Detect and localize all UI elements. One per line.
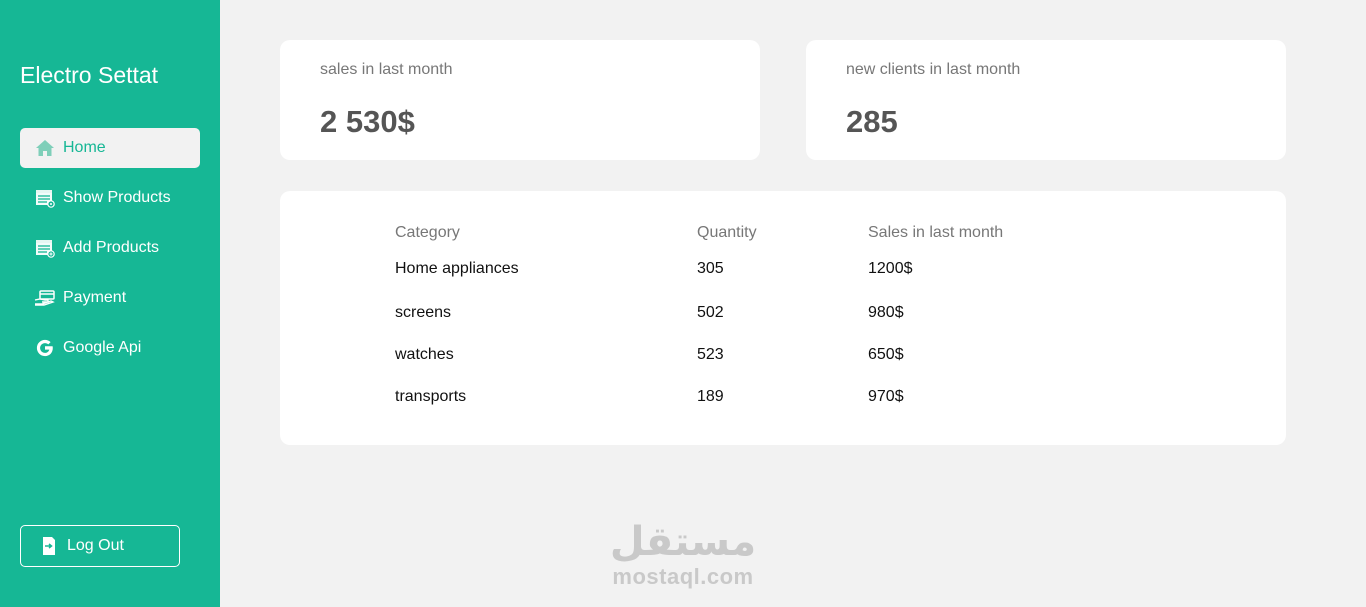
- cell-category: transports: [395, 388, 467, 405]
- cell-quantity: 502: [697, 304, 724, 321]
- cell-sales: 970$: [868, 388, 904, 405]
- table-row: transports 189 970$: [395, 376, 1068, 418]
- cell-sales: 1200$: [868, 260, 913, 277]
- sidebar: Electro Settat Home Show Products Add Pr…: [0, 0, 220, 607]
- sidebar-item-show-products[interactable]: Show Products: [20, 178, 200, 218]
- brand-title: Electro Settat: [20, 62, 159, 88]
- stat-label: sales in last month: [320, 61, 453, 78]
- app-root: Electro Settat Home Show Products Add Pr…: [0, 0, 1366, 607]
- logout-label: Log Out: [67, 537, 124, 554]
- sidebar-nav: Home Show Products Add Products Payment …: [20, 128, 200, 378]
- logout-button[interactable]: Log Out: [20, 525, 180, 567]
- sidebar-item-google-api[interactable]: Google Api: [20, 328, 200, 368]
- product-list-add-icon: [34, 237, 56, 259]
- sidebar-item-label: Payment: [63, 289, 127, 306]
- cell-category: screens: [395, 304, 452, 321]
- cell-category: Home appliances: [395, 260, 519, 277]
- stat-value: 2 530$: [320, 104, 415, 139]
- cell-quantity: 305: [697, 260, 724, 277]
- sidebar-item-home[interactable]: Home: [20, 128, 200, 168]
- google-icon: [34, 337, 56, 359]
- cell-sales: 980$: [868, 304, 904, 321]
- sidebar-item-label: Google Api: [63, 339, 142, 356]
- column-header-quantity: Quantity: [697, 224, 757, 241]
- sidebar-item-payment[interactable]: Payment: [20, 278, 200, 318]
- product-list-view-icon: [34, 187, 56, 209]
- category-sales-table: Category Quantity Sales in last month Ho…: [395, 220, 1068, 418]
- column-header-sales: Sales in last month: [868, 224, 1004, 241]
- stat-card-sales: sales in last month 2 530$: [280, 40, 760, 160]
- watermark-latin: mostaql.com: [612, 564, 754, 589]
- logout-icon: [41, 536, 59, 556]
- table-row: Home appliances 305 1200$: [395, 246, 1068, 292]
- cell-category: watches: [395, 346, 454, 363]
- sidebar-item-label: Add Products: [63, 239, 160, 256]
- table-row: screens 502 980$: [395, 292, 1068, 334]
- category-sales-card: Category Quantity Sales in last month Ho…: [280, 191, 1286, 445]
- sidebar-item-label: Show Products: [63, 189, 171, 206]
- stat-value: 285: [846, 104, 898, 139]
- stat-card-new-clients: new clients in last month 285: [806, 40, 1286, 160]
- cell-quantity: 189: [697, 388, 724, 405]
- sidebar-item-label: Home: [63, 139, 106, 156]
- payment-hand-icon: [34, 287, 56, 309]
- stat-label: new clients in last month: [846, 61, 1021, 78]
- watermark-arabic: مستقل: [609, 519, 757, 565]
- table-header-row: Category Quantity Sales in last month: [395, 220, 1068, 246]
- mostaql-watermark: مستقل mostaql.com: [602, 520, 764, 590]
- cell-sales: 650$: [868, 346, 904, 363]
- home-icon: [34, 137, 56, 159]
- table-row: watches 523 650$: [395, 334, 1068, 376]
- column-header-category: Category: [395, 224, 460, 241]
- cell-quantity: 523: [697, 346, 724, 363]
- sidebar-item-add-products[interactable]: Add Products: [20, 228, 200, 268]
